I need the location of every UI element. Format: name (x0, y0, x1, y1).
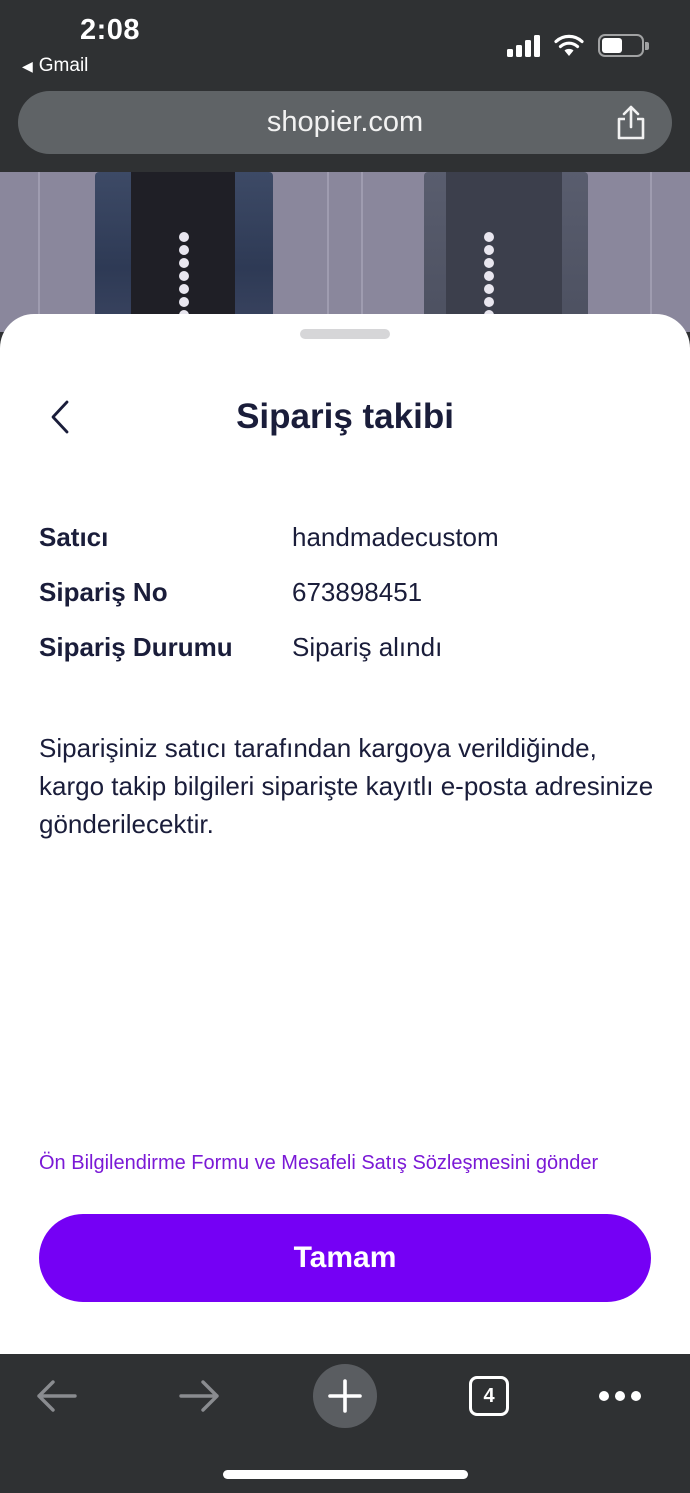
more-menu-button[interactable] (588, 1364, 652, 1428)
status-bar: 2:08 ◀ Gmail (0, 0, 690, 90)
more-horizontal-icon (599, 1391, 641, 1401)
info-label: Sipariş Durumu (39, 632, 233, 662)
sheet-grabber[interactable] (300, 329, 390, 339)
browser-back-button[interactable] (24, 1364, 88, 1428)
info-label: Sipariş No (39, 577, 168, 607)
plus-icon (328, 1379, 362, 1413)
send-contract-link[interactable]: Ön Bilgilendirme Formu ve Mesafeli Satış… (39, 1152, 598, 1175)
product-image (424, 172, 588, 332)
status-time: 2:08 (80, 14, 141, 46)
back-to-app-link[interactable]: ◀ Gmail (22, 55, 88, 77)
new-tab-button[interactable] (313, 1364, 377, 1428)
tab-count-badge: 4 (469, 1376, 509, 1416)
browser-address-bar: shopier.com (0, 90, 690, 172)
tabs-button[interactable]: 4 (457, 1364, 521, 1428)
shipping-info-message: Siparişiniz satıcı tarafından kargoya ve… (39, 733, 654, 839)
url-field[interactable]: shopier.com (18, 91, 672, 154)
info-label: Satıcı (39, 522, 109, 552)
info-row-order-no: Sipariş No 673898451 (39, 565, 659, 620)
order-info-list: Satıcı handmadecustom Sipariş No 6738984… (39, 510, 659, 675)
product-image (95, 172, 273, 332)
info-value: handmadecustom (292, 522, 499, 552)
cellular-signal-icon (507, 34, 540, 57)
sheet-title: Sipariş takibi (236, 397, 454, 436)
back-triangle-icon: ◀ (22, 57, 33, 74)
home-indicator[interactable] (223, 1470, 468, 1479)
info-value: Sipariş alındı (292, 632, 443, 662)
browser-forward-button[interactable] (168, 1364, 232, 1428)
battery-icon (598, 34, 649, 57)
status-icons (507, 34, 649, 57)
info-row-seller: Satıcı handmadecustom (39, 510, 659, 565)
info-row-order-status: Sipariş Durumu Sipariş alındı (39, 620, 659, 675)
wifi-icon (554, 34, 584, 56)
url-text: shopier.com (266, 106, 424, 138)
background-page (0, 172, 690, 332)
ok-button[interactable]: Tamam (39, 1214, 651, 1302)
browser-toolbar: 4 (0, 1354, 690, 1493)
arrow-left-icon (37, 1380, 77, 1412)
order-tracking-sheet: Sipariş takibi Satıcı handmadecustom Sip… (0, 314, 690, 1354)
back-app-label: Gmail (38, 55, 89, 76)
arrow-right-icon (179, 1380, 219, 1412)
info-value: 673898451 (292, 577, 423, 607)
share-icon[interactable] (614, 105, 648, 141)
